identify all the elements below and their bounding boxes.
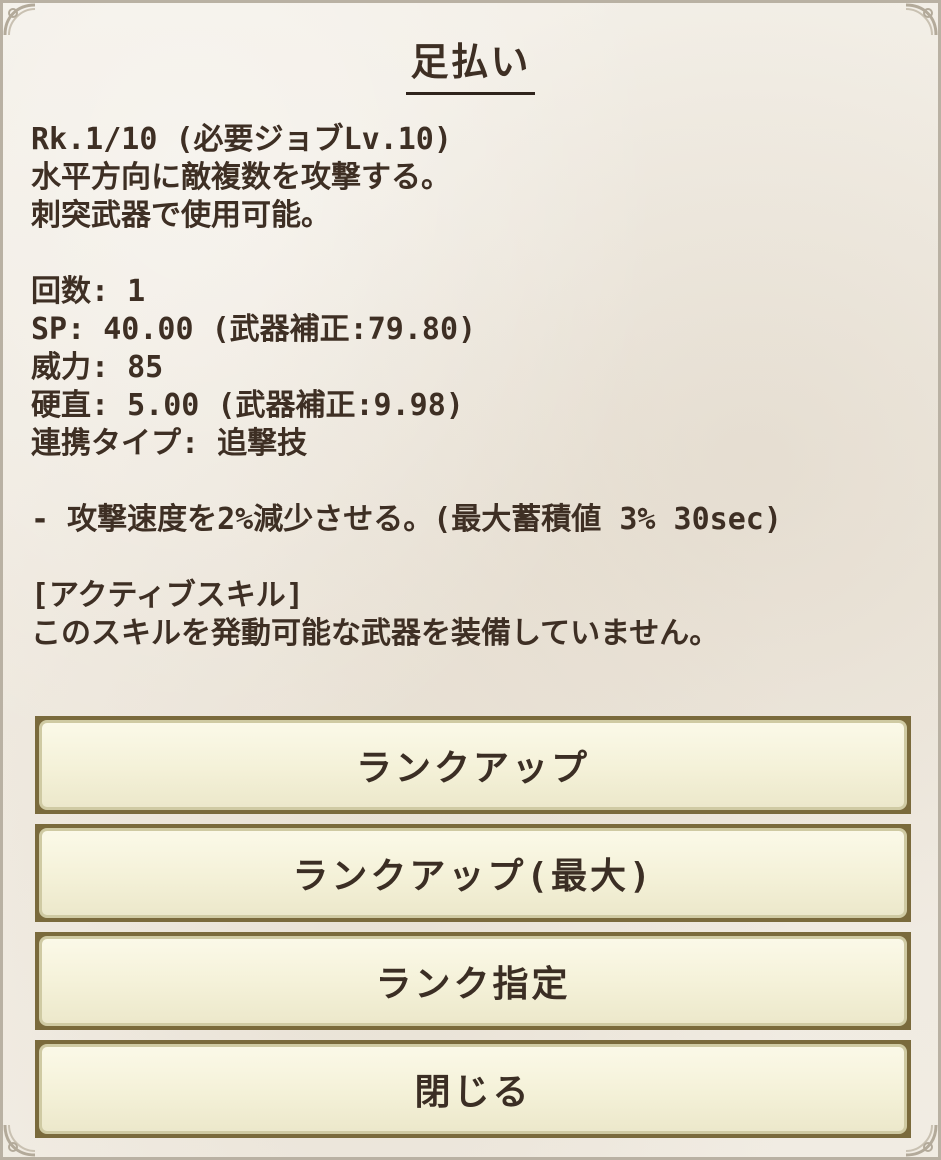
- description-line-1: 水平方向に敵複数を攻撃する。: [31, 160, 451, 195]
- sp-cost: SP: 40.00 (武器補正:79.80): [31, 312, 477, 347]
- skill-dialog: 足払い Rk.1/10 (必要ジョブLv.10) 水平方向に敵複数を攻撃する。 …: [0, 0, 941, 1160]
- close-button[interactable]: 閉じる: [35, 1040, 911, 1138]
- combo-type: 連携タイプ: 追撃技: [31, 426, 308, 461]
- rank-up-max-button[interactable]: ランクアップ(最大): [35, 824, 911, 922]
- skill-description: Rk.1/10 (必要ジョブLv.10) 水平方向に敵複数を攻撃する。 刺突武器…: [31, 121, 918, 653]
- stiffness-value: 硬直: 5.00 (武器補正:9.98): [31, 388, 464, 423]
- active-skill-note: このスキルを発動可能な武器を装備していません。: [31, 616, 720, 651]
- description-line-2: 刺突武器で使用可能。: [31, 198, 331, 233]
- rank-up-button-label: ランクアップ: [39, 720, 907, 810]
- close-button-label: 閉じる: [39, 1044, 907, 1134]
- rank-up-max-button-label: ランクアップ(最大): [39, 828, 907, 918]
- corner-ornament-icon: [3, 1124, 36, 1157]
- effect-line: - 攻撃速度を2%減少させる。(最大蓄積値 3% 30sec): [31, 502, 782, 537]
- rank-requirement: Rk.1/10 (必要ジョブLv.10): [31, 122, 452, 157]
- rank-up-button[interactable]: ランクアップ: [35, 716, 911, 814]
- power-value: 威力: 85: [31, 350, 164, 385]
- rank-set-button[interactable]: ランク指定: [35, 932, 911, 1030]
- hit-count: 回数: 1: [31, 274, 146, 309]
- active-skill-header: [アクティブスキル]: [31, 578, 304, 613]
- rank-set-button-label: ランク指定: [39, 936, 907, 1026]
- skill-title: 足払い: [406, 31, 535, 95]
- skill-title-wrap: 足払い: [3, 31, 938, 95]
